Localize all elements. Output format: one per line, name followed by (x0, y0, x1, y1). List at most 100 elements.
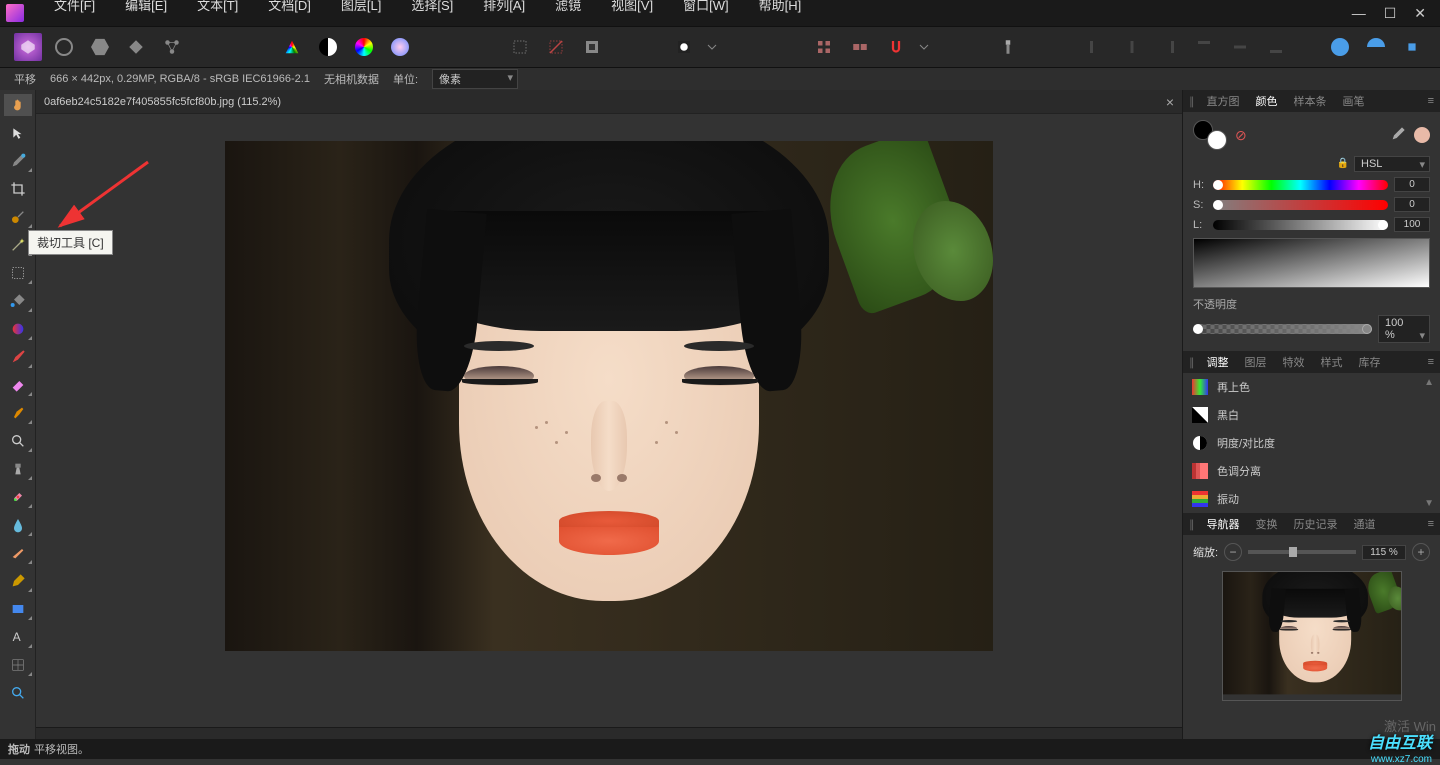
close-button[interactable]: ✕ (1414, 5, 1426, 22)
menu-window[interactable]: 窗口[W] (679, 0, 733, 16)
tab-histogram[interactable]: 直方图 (1203, 91, 1244, 111)
tab-navigator[interactable]: 导航器 (1203, 514, 1244, 534)
context-unit-select[interactable]: 像素 (432, 69, 518, 89)
menu-view[interactable]: 视图[V] (607, 0, 657, 16)
snapping-icon[interactable] (882, 33, 910, 61)
foreground-background-swatch[interactable] (1193, 120, 1227, 150)
menu-document[interactable]: 文档[D] (264, 0, 315, 16)
tool-crop[interactable] (4, 178, 32, 200)
adjustments-scroll-down-icon[interactable]: ▼ (1424, 498, 1434, 509)
hue-value[interactable]: 0 (1394, 177, 1430, 192)
swatch-hue-icon[interactable] (350, 33, 378, 61)
tab-styles[interactable]: 样式 (1317, 352, 1347, 372)
swatch-gradient-icon[interactable] (386, 33, 414, 61)
sat-value[interactable]: 0 (1394, 197, 1430, 212)
persona-liquify-icon[interactable] (50, 33, 78, 61)
current-color-swatch[interactable] (1414, 127, 1430, 143)
opacity-slider[interactable] (1193, 324, 1372, 334)
opacity-value[interactable]: 100 % (1378, 315, 1430, 343)
tool-move[interactable] (4, 122, 32, 144)
persona-export-icon[interactable] (158, 33, 186, 61)
swatch-bw-icon[interactable] (314, 33, 342, 61)
persona-tone-icon[interactable] (122, 33, 150, 61)
color-mode-select[interactable]: HSL (1354, 156, 1430, 172)
reset-swatch-icon[interactable]: ⊘ (1235, 127, 1247, 144)
picker-icon[interactable] (1390, 126, 1406, 145)
snapping-dropdown-icon[interactable] (918, 33, 930, 61)
adjustment-vibrance[interactable]: 振动 (1183, 485, 1440, 513)
tool-clone[interactable] (4, 458, 32, 480)
maximize-button[interactable]: ☐ (1384, 5, 1397, 22)
adjustment-blackwhite[interactable]: 黑白 (1183, 401, 1440, 429)
align-left-icon[interactable] (1082, 33, 1110, 61)
tool-pixel-brush[interactable] (4, 402, 32, 424)
persona-photo-icon[interactable] (14, 33, 42, 61)
adjustment-posterize[interactable]: 色调分离 (1183, 457, 1440, 485)
tool-blur[interactable] (4, 514, 32, 536)
minimize-button[interactable]: — (1352, 5, 1366, 22)
tool-smudge[interactable] (4, 542, 32, 564)
tool-erase[interactable] (4, 374, 32, 396)
boolean-intersect-icon[interactable] (1398, 33, 1426, 61)
panel-group3-menu-icon[interactable]: ≡ (1428, 518, 1434, 530)
tool-dodge[interactable] (4, 430, 32, 452)
menu-help[interactable]: 帮助[H] (755, 0, 806, 16)
menu-layer[interactable]: 图层[L] (337, 0, 385, 16)
grid-wide-icon[interactable] (846, 33, 874, 61)
menu-file[interactable]: 文件[F] (50, 0, 99, 16)
selection-invert-icon[interactable] (578, 33, 606, 61)
align-top-icon[interactable] (1190, 33, 1218, 61)
tool-selection-brush[interactable] (4, 206, 32, 228)
boolean-subtract-icon[interactable] (1362, 33, 1390, 61)
adjustments-scroll-up-icon[interactable]: ▲ (1424, 377, 1434, 388)
navigator-thumbnail[interactable] (1222, 571, 1402, 701)
persona-develop-icon[interactable] (86, 33, 114, 61)
tab-effects[interactable]: 特效 (1279, 352, 1309, 372)
panel-group1-menu-icon[interactable]: ≡ (1428, 95, 1434, 107)
document-tab-title[interactable]: 0af6eb24c5182e7f405855fc5fcf80b.jpg (115… (44, 96, 281, 108)
lightness-slider[interactable] (1213, 220, 1388, 230)
tool-rectangle[interactable] (4, 598, 32, 620)
tool-zoom[interactable] (4, 682, 32, 704)
tab-history[interactable]: 历史记录 (1290, 514, 1342, 534)
tool-healing[interactable] (4, 486, 32, 508)
tab-color[interactable]: 颜色 (1252, 91, 1282, 111)
tool-hand[interactable] (4, 94, 32, 116)
panel-group2-menu-icon[interactable]: ≡ (1428, 356, 1434, 368)
swatch-colors-icon[interactable] (278, 33, 306, 61)
menu-select[interactable]: 选择[S] (407, 0, 457, 16)
align-hcenter-icon[interactable] (1118, 33, 1146, 61)
align-vcenter-icon[interactable] (1226, 33, 1254, 61)
tab-swatches[interactable]: 样本条 (1290, 91, 1331, 111)
align-right-icon[interactable] (1154, 33, 1182, 61)
horizontal-scrollbar[interactable] (36, 727, 1182, 739)
canvas-viewport[interactable]: 裁切工具 [C] (36, 114, 1182, 727)
tool-paint-brush[interactable] (4, 346, 32, 368)
menu-arrange[interactable]: 排列[A] (479, 0, 529, 16)
tool-text[interactable]: A (4, 626, 32, 648)
tool-pen[interactable] (4, 570, 32, 592)
zoom-slider[interactable] (1248, 550, 1356, 554)
selection-remove-icon[interactable] (542, 33, 570, 61)
zoom-out-button[interactable]: − (1224, 543, 1242, 561)
zoom-in-button[interactable]: + (1412, 543, 1430, 561)
document-tab-close[interactable]: × (1166, 94, 1174, 110)
selection-rect-icon[interactable] (506, 33, 534, 61)
hue-slider[interactable] (1213, 180, 1388, 190)
grid-small-icon[interactable] (810, 33, 838, 61)
tool-mesh[interactable] (4, 654, 32, 676)
tab-stock[interactable]: 库存 (1355, 352, 1385, 372)
menu-edit[interactable]: 编辑[E] (121, 0, 171, 16)
tab-brushes[interactable]: 画笔 (1339, 91, 1369, 111)
quickmask-dropdown-icon[interactable] (706, 33, 718, 61)
saturation-slider[interactable] (1213, 200, 1388, 210)
tab-transform[interactable]: 变换 (1252, 514, 1282, 534)
tool-marquee[interactable] (4, 262, 32, 284)
menu-filter[interactable]: 滤镜 (551, 0, 585, 16)
tool-flood-fill[interactable] (4, 290, 32, 312)
color-gradient-preview[interactable] (1193, 238, 1430, 288)
tool-color-picker[interactable] (4, 150, 32, 172)
quickmask-icon[interactable] (670, 33, 698, 61)
tab-channels[interactable]: 通道 (1350, 514, 1380, 534)
flashlight-icon[interactable] (994, 33, 1022, 61)
